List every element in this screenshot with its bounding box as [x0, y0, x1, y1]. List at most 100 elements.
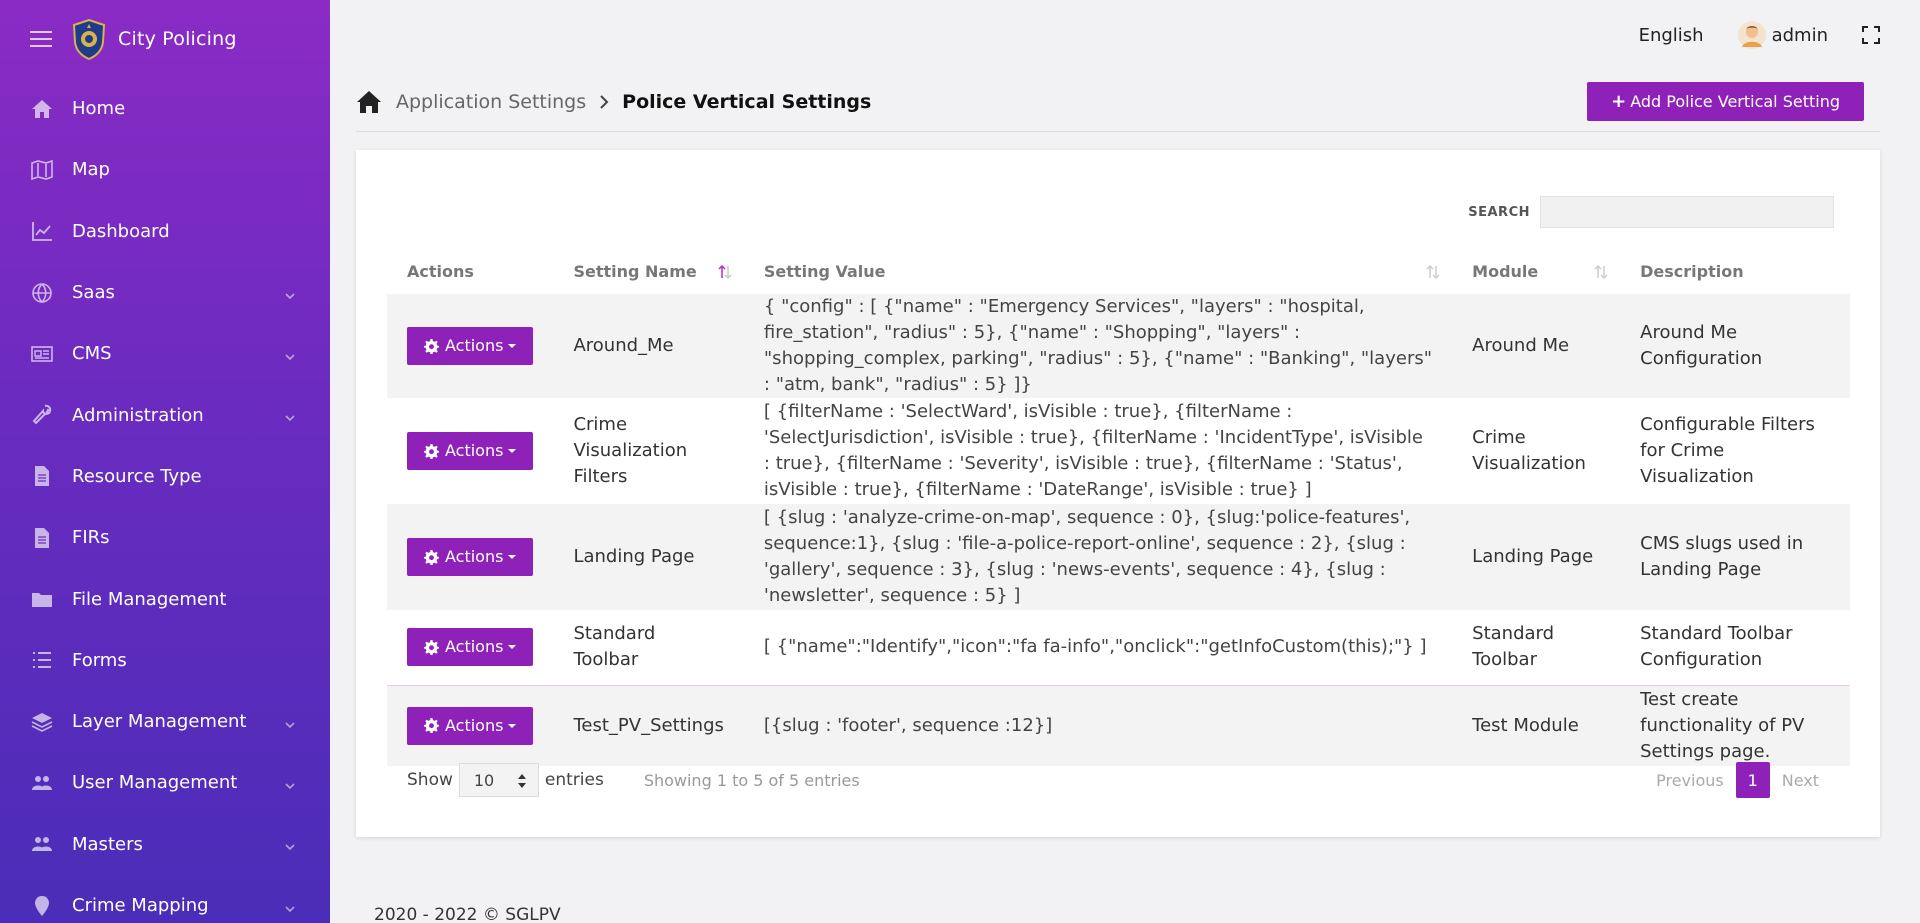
col-header-description[interactable]: Description: [1620, 248, 1850, 294]
sidebar-item-label: FIRs: [72, 527, 110, 549]
table-row: Actions Test_PV_Settings [{slug : 'footer'…: [387, 684, 1850, 766]
sidebar-item-label: Crime Mapping: [72, 895, 209, 916]
module-cell: Crime Visualization: [1452, 398, 1621, 504]
pagination-previous[interactable]: Previous: [1656, 771, 1724, 790]
sidebar-item-label: User Management: [72, 772, 238, 794]
sort-asc-icon: [718, 264, 732, 280]
home-icon[interactable]: [356, 90, 382, 114]
actions-label: Actions: [445, 715, 504, 735]
menu-toggle-icon[interactable]: [30, 31, 52, 47]
brand: City Policing: [0, 0, 330, 78]
actions-cell: Actions: [387, 684, 554, 766]
chevron-down-icon: [284, 716, 296, 728]
user-name: admin: [1771, 24, 1828, 46]
search-row: SEARCH: [1468, 196, 1834, 228]
sidebar-item-map[interactable]: Map: [0, 139, 330, 200]
gear-icon: [424, 443, 439, 459]
table-header-row: Actions Setting Name Setting Value Modul…: [387, 248, 1850, 294]
breadcrumb: Application Settings Police Vertical Set…: [356, 72, 1880, 132]
chevron-down-icon: [284, 777, 296, 790]
table-row: Actions Around_Me{ "config" : [ {"name" :…: [387, 294, 1850, 398]
sidebar-item-label: Resource Type: [72, 465, 202, 487]
table-row: Actions Crime Visualization Filters[ {fil…: [387, 398, 1850, 504]
newspaper-icon: [30, 343, 54, 365]
sidebar-item-masters[interactable]: Masters: [0, 814, 330, 875]
sidebar-item-label: Administration: [72, 404, 204, 426]
settings-table: Actions Setting Name Setting Value Modul…: [387, 248, 1850, 766]
length-entries-label: entries: [544, 770, 604, 790]
chevron-down-icon: [284, 287, 296, 299]
module-cell: Landing Page: [1452, 504, 1621, 610]
setting-name-cell: Around_Me: [553, 294, 744, 398]
description-cell: Around Me Configuration: [1620, 294, 1850, 398]
user-menu[interactable]: admin: [1737, 21, 1828, 49]
sidebar-item-saas[interactable]: Saas: [0, 262, 330, 323]
gear-icon: [424, 639, 439, 655]
module-cell: Standard Toolbar: [1452, 610, 1621, 685]
search-input[interactable]: [1540, 196, 1834, 228]
sidebar-item-file-management[interactable]: File Management: [0, 568, 330, 629]
fullscreen-icon[interactable]: [1862, 26, 1880, 44]
add-police-vertical-setting-button[interactable]: + Add Police Vertical Setting: [1587, 82, 1864, 121]
sidebar-item-home[interactable]: Home: [0, 78, 330, 139]
col-header-module[interactable]: Module: [1452, 248, 1620, 294]
folder-icon: [30, 588, 54, 610]
chevron-down-icon: [284, 838, 296, 851]
pagination-next[interactable]: Next: [1782, 771, 1819, 790]
globe-icon: [30, 282, 54, 304]
sidebar-item-layer-management[interactable]: Layer Management: [0, 691, 330, 752]
actions-label: Actions: [445, 637, 504, 657]
sidebar-item-cms[interactable]: CMS: [0, 323, 330, 384]
module-cell: Around Me: [1452, 294, 1621, 398]
actions-dropdown-button[interactable]: Actions: [407, 538, 534, 576]
col-header-setting-name[interactable]: Setting Name: [553, 248, 743, 294]
sidebar-item-resource-type[interactable]: Resource Type: [0, 446, 330, 507]
police-badge-logo: [72, 18, 106, 60]
sidebar-item-dashboard[interactable]: Dashboard: [0, 201, 330, 262]
actions-dropdown-button[interactable]: Actions: [407, 432, 534, 470]
sidebar-item-forms[interactable]: Forms: [0, 630, 330, 691]
setting-value-cell: { "config" : [ {"name" : "Emergency Serv…: [743, 294, 1453, 398]
layers-icon: [30, 711, 54, 733]
col-header-setting-value[interactable]: Setting Value: [744, 248, 1452, 294]
sort-icon: [1594, 264, 1608, 280]
topbar: English admin: [330, 0, 1920, 70]
actions-dropdown-button[interactable]: Actions: [407, 706, 534, 745]
chevron-down-icon: [284, 900, 296, 912]
actions-label: Actions: [445, 336, 504, 355]
file-icon: [30, 527, 54, 549]
chevron-down-icon: [284, 348, 296, 360]
sidebar-item-user-management[interactable]: User Management: [0, 752, 330, 813]
length-show-label: Show: [407, 770, 453, 790]
map-icon: [30, 159, 54, 181]
pagination: Previous 1 Next: [1656, 762, 1819, 798]
copyright: 2020 - 2022 © SGLPV: [374, 905, 561, 923]
page-length-select[interactable]: 10: [458, 763, 539, 797]
sidebar-item-firs[interactable]: FIRs: [0, 507, 330, 568]
breadcrumb-application-settings[interactable]: Application Settings: [396, 91, 586, 113]
caret-down-icon: [508, 344, 517, 348]
setting-name-cell: Standard Toolbar: [553, 610, 744, 685]
caret-down-icon: [508, 555, 517, 559]
page-length-value: 10: [473, 770, 495, 790]
pagination-page-1[interactable]: 1: [1735, 762, 1770, 798]
sidebar-item-administration[interactable]: Administration: [0, 384, 330, 445]
page-title: Police Vertical Settings: [622, 90, 872, 113]
language-selector[interactable]: English: [1639, 25, 1704, 46]
wrench-icon: [30, 404, 54, 426]
sort-icon: [1426, 264, 1440, 280]
list-icon: [30, 649, 54, 671]
actions-dropdown-button[interactable]: Actions: [407, 327, 534, 365]
sidebar-item-label: Masters: [72, 833, 143, 855]
gear-icon: [424, 549, 439, 565]
settings-card: SEARCH Actions Setting Name Setting Valu…: [356, 150, 1880, 837]
setting-value-cell: [{slug : 'footer', sequence :12}]: [743, 684, 1453, 766]
actions-dropdown-button[interactable]: Actions: [407, 628, 534, 667]
caret-down-icon: [508, 723, 517, 728]
sidebar-item-crime-mapping[interactable]: Crime Mapping: [0, 875, 330, 923]
sidebar-nav: Home Map Dashboard Saas CMS Administration Res…: [0, 78, 330, 923]
chart-icon: [30, 220, 54, 242]
actions-cell: Actions: [387, 398, 554, 504]
setting-name-cell: Landing Page: [553, 504, 744, 610]
setting-name-cell: Crime Visualization Filters: [553, 398, 744, 504]
